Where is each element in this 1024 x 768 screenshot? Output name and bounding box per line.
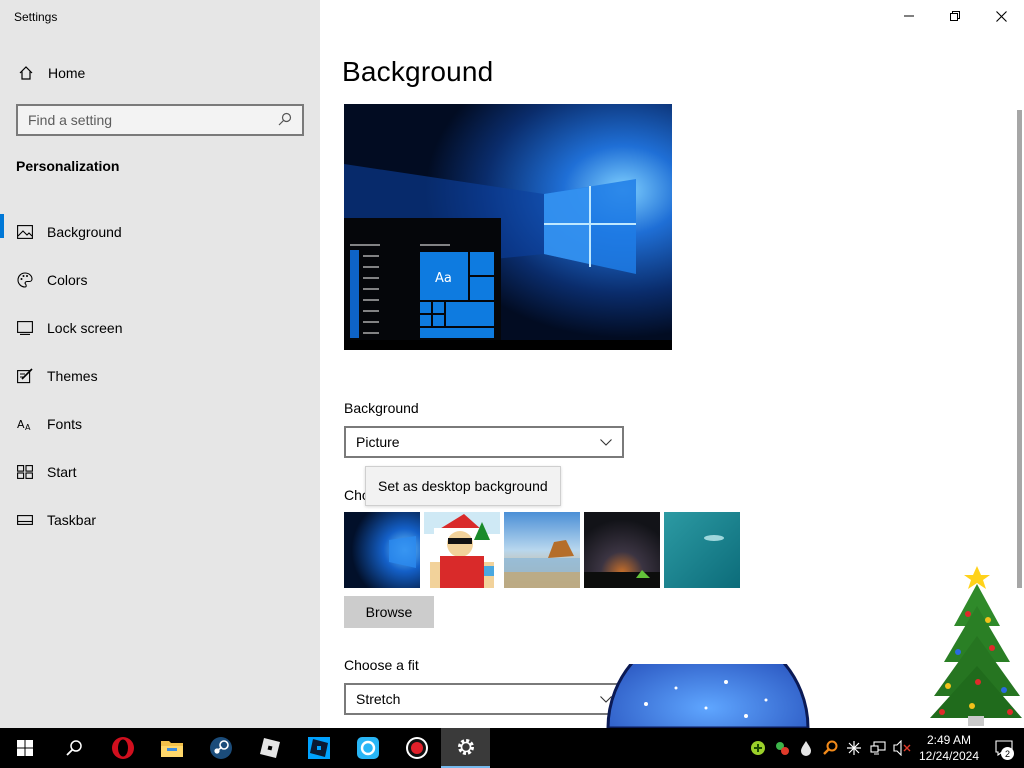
browse-button[interactable]: Browse — [344, 596, 434, 628]
sidebar-item-fonts[interactable]: AA Fonts — [0, 400, 320, 448]
thumbnail-night-sky[interactable] — [584, 512, 660, 588]
roblox-studio-icon — [307, 737, 330, 759]
sidebar-item-start[interactable]: Start — [0, 448, 320, 496]
tray-app-green-icon[interactable] — [746, 728, 770, 768]
svg-text:A: A — [17, 418, 25, 431]
sidebar-item-label: Colors — [47, 272, 88, 288]
start-icon — [16, 463, 34, 481]
taskbar-app-steam[interactable] — [196, 728, 245, 768]
home-icon — [16, 63, 36, 83]
thumbnail-windows[interactable] — [344, 512, 420, 588]
home-label: Home — [48, 65, 86, 81]
notifications-button[interactable]: 2 — [984, 728, 1024, 768]
minimize-button[interactable] — [886, 0, 932, 32]
search-input[interactable]: Find a setting — [16, 104, 304, 136]
background-type-select[interactable]: Picture — [344, 426, 624, 458]
app-title: Settings — [14, 10, 58, 24]
sidebar-item-taskbar[interactable]: Taskbar — [0, 496, 320, 544]
clock-time: 2:49 AM — [926, 733, 972, 747]
choose-fit-label: Choose a fit — [344, 657, 419, 673]
system-tray: 2:49 AM 12/24/2024 2 — [746, 728, 1024, 768]
notification-count-badge: 2 — [1001, 747, 1014, 760]
snow-globe-gadget[interactable] — [606, 626, 810, 733]
roblox-icon — [259, 738, 280, 758]
section-title: Personalization — [16, 158, 120, 174]
background-label: Background — [344, 400, 419, 416]
fit-value: Stretch — [356, 691, 401, 707]
taskbar-app-roblox-studio[interactable] — [294, 728, 343, 768]
settings-gear-icon — [457, 739, 474, 755]
sidebar-item-background[interactable]: Background — [0, 208, 320, 256]
thumbnail-beach-rock[interactable] — [504, 512, 580, 588]
search-placeholder: Find a setting — [28, 112, 113, 128]
themes-icon — [16, 367, 34, 385]
restore-icon — [950, 11, 960, 21]
taskbar-clock[interactable]: 2:49 AM 12/24/2024 — [914, 732, 984, 764]
network-icon[interactable] — [866, 728, 890, 768]
preview-tile-text: Aa — [435, 271, 452, 286]
taskbar-icon — [16, 511, 34, 529]
taskbar: 2:49 AM 12/24/2024 2 — [0, 728, 1024, 768]
christmas-tree-gadget[interactable] — [928, 566, 1022, 733]
sidebar-item-label: Fonts — [47, 416, 83, 432]
chevron-down-icon — [600, 438, 612, 446]
background-type-value: Picture — [356, 434, 400, 450]
lock-screen-icon — [16, 319, 34, 337]
settings-sidebar: Settings Home Find a setting Personaliza… — [0, 0, 320, 728]
opera-icon — [111, 737, 134, 759]
sidebar-item-themes[interactable]: Themes — [0, 352, 320, 400]
tray-droplet-icon[interactable] — [794, 728, 818, 768]
sync-app-icon — [356, 737, 379, 759]
taskbar-search-button[interactable] — [49, 728, 98, 768]
fonts-icon: AA — [16, 415, 34, 433]
close-button[interactable] — [978, 0, 1024, 32]
page-title: Background — [342, 56, 494, 87]
search-icon[interactable] — [278, 112, 292, 129]
clock-date: 12/24/2024 — [918, 749, 980, 763]
sidebar-item-label: Themes — [47, 368, 98, 384]
sidebar-item-label: Start — [47, 464, 77, 480]
taskbar-app-settings[interactable] — [441, 728, 490, 768]
start-button[interactable] — [0, 728, 49, 768]
windows-start-icon — [16, 740, 33, 756]
taskbar-app-sync[interactable] — [343, 728, 392, 768]
tray-app-status-icon[interactable] — [770, 728, 794, 768]
sidebar-item-lock-screen[interactable]: Lock screen — [0, 304, 320, 352]
background-preview: Aa — [344, 104, 672, 350]
sidebar-item-label: Taskbar — [47, 512, 97, 528]
tray-sparkle-icon[interactable] — [842, 728, 866, 768]
thumbnail-santa-meme[interactable] — [424, 512, 500, 588]
taskbar-app-roblox[interactable] — [245, 728, 294, 768]
record-icon — [405, 737, 428, 759]
picture-thumbnails — [344, 512, 740, 588]
sidebar-item-label: Background — [47, 224, 122, 240]
tray-search-app-icon[interactable] — [818, 728, 842, 768]
svg-text:A: A — [25, 423, 31, 431]
taskbar-app-file-explorer[interactable] — [147, 728, 196, 768]
scrollbar[interactable] — [1017, 110, 1022, 588]
sidebar-item-label: Lock screen — [47, 320, 123, 336]
fit-select[interactable]: Stretch — [344, 683, 624, 715]
restore-button[interactable] — [932, 0, 978, 32]
thumbnail-underwater[interactable] — [664, 512, 740, 588]
sidebar-nav: Background Colors Lock screen Themes AA … — [0, 208, 320, 544]
picture-icon — [16, 223, 34, 241]
taskbar-app-opera[interactable] — [98, 728, 147, 768]
window-controls — [886, 0, 1024, 32]
volume-muted-icon[interactable] — [890, 728, 914, 768]
file-explorer-icon — [160, 741, 183, 757]
taskbar-app-recorder[interactable] — [392, 728, 441, 768]
palette-icon — [16, 271, 34, 289]
search-icon — [65, 740, 82, 756]
close-icon — [995, 10, 1007, 22]
steam-icon — [209, 737, 232, 759]
minimize-icon — [904, 15, 914, 17]
sidebar-item-colors[interactable]: Colors — [0, 256, 320, 304]
home-nav[interactable]: Home — [16, 60, 85, 86]
tooltip: Set as desktop background — [365, 466, 561, 506]
